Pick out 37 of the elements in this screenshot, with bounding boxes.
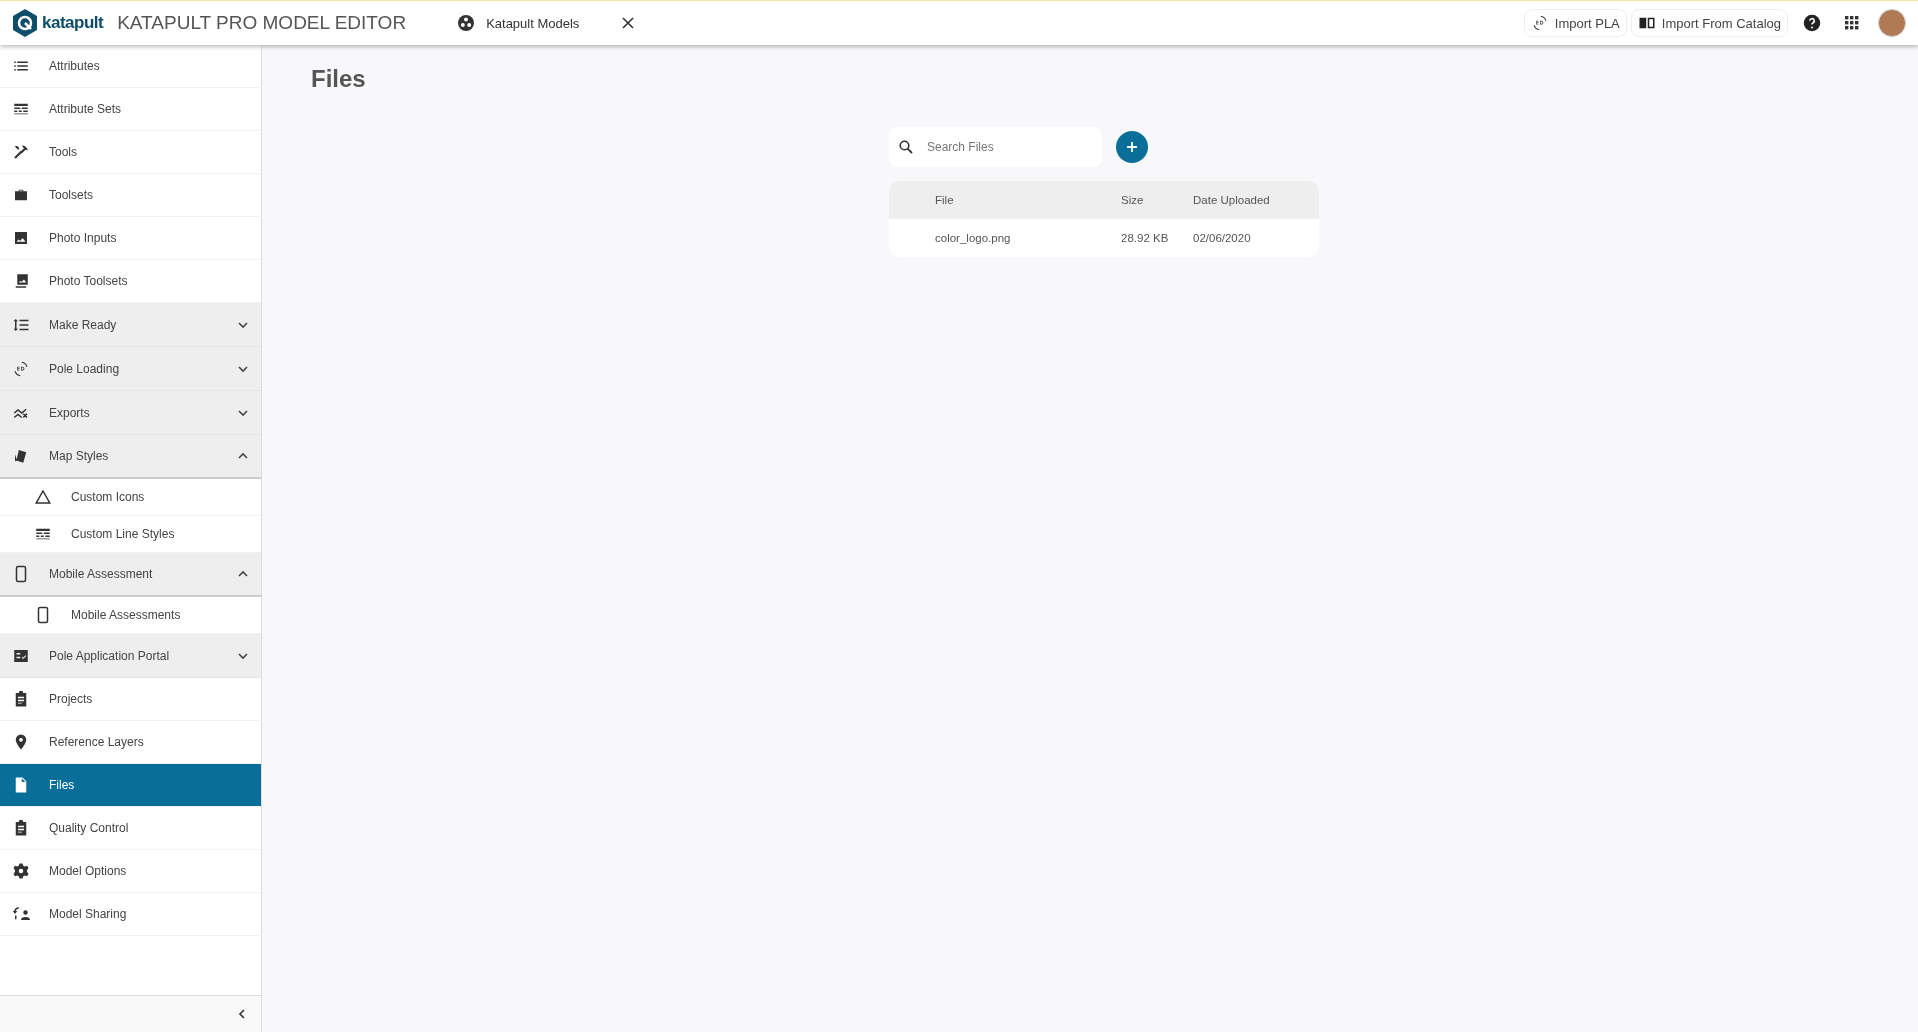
brand-name: katapult — [42, 13, 104, 33]
add-button[interactable] — [1116, 131, 1148, 163]
search-field[interactable]: Search Files — [889, 127, 1102, 167]
triangle-icon — [34, 488, 52, 506]
logo-icon — [12, 9, 38, 37]
model-icon — [458, 15, 475, 31]
search-input[interactable]: Search Files — [925, 139, 1079, 155]
rotate-3d-icon — [1530, 14, 1549, 32]
rotate-3d-icon — [12, 359, 30, 378]
import-button[interactable]: Import PLA — [1523, 9, 1627, 37]
sidebar-item[interactable]: Make Ready — [0, 303, 261, 347]
sidebar-item[interactable]: Files — [0, 764, 261, 807]
app-title: KATAPULT PRO MODEL EDITOR — [117, 12, 407, 34]
tools-icon — [12, 143, 30, 161]
table-cell: color_logo.png — [889, 219, 1120, 257]
close-icon[interactable] — [622, 17, 635, 29]
apps-grid-icon[interactable] — [1845, 16, 1859, 30]
column-header[interactable]: Date Uploaded — [1192, 181, 1319, 219]
sidebar-item[interactable]: Map Styles — [0, 435, 261, 479]
sidebar-item[interactable]: Exports — [0, 391, 261, 435]
sharing-icon — [12, 905, 30, 923]
import-button[interactable]: Import From Catalog — [1630, 9, 1788, 37]
table-cell: 28.92 KB — [1120, 219, 1192, 257]
sidebar-item[interactable]: Mobile Assessment — [0, 553, 261, 597]
page-title: Files — [311, 65, 366, 93]
settings-icon — [12, 862, 30, 880]
sidebar-item[interactable]: Pole Loading — [0, 347, 261, 391]
column-header[interactable]: Size — [1120, 181, 1192, 219]
collapse-icon[interactable] — [237, 1008, 247, 1020]
image-icon — [12, 229, 30, 247]
plus-icon — [1126, 141, 1138, 153]
table-cell: 02/06/2020 — [1192, 219, 1319, 257]
column-header[interactable]: File — [889, 181, 1120, 219]
help-icon[interactable] — [1803, 14, 1821, 32]
avatar[interactable] — [1878, 9, 1906, 37]
search-icon — [899, 140, 913, 154]
sidebar-item[interactable]: Pole Application Portal — [0, 634, 261, 678]
